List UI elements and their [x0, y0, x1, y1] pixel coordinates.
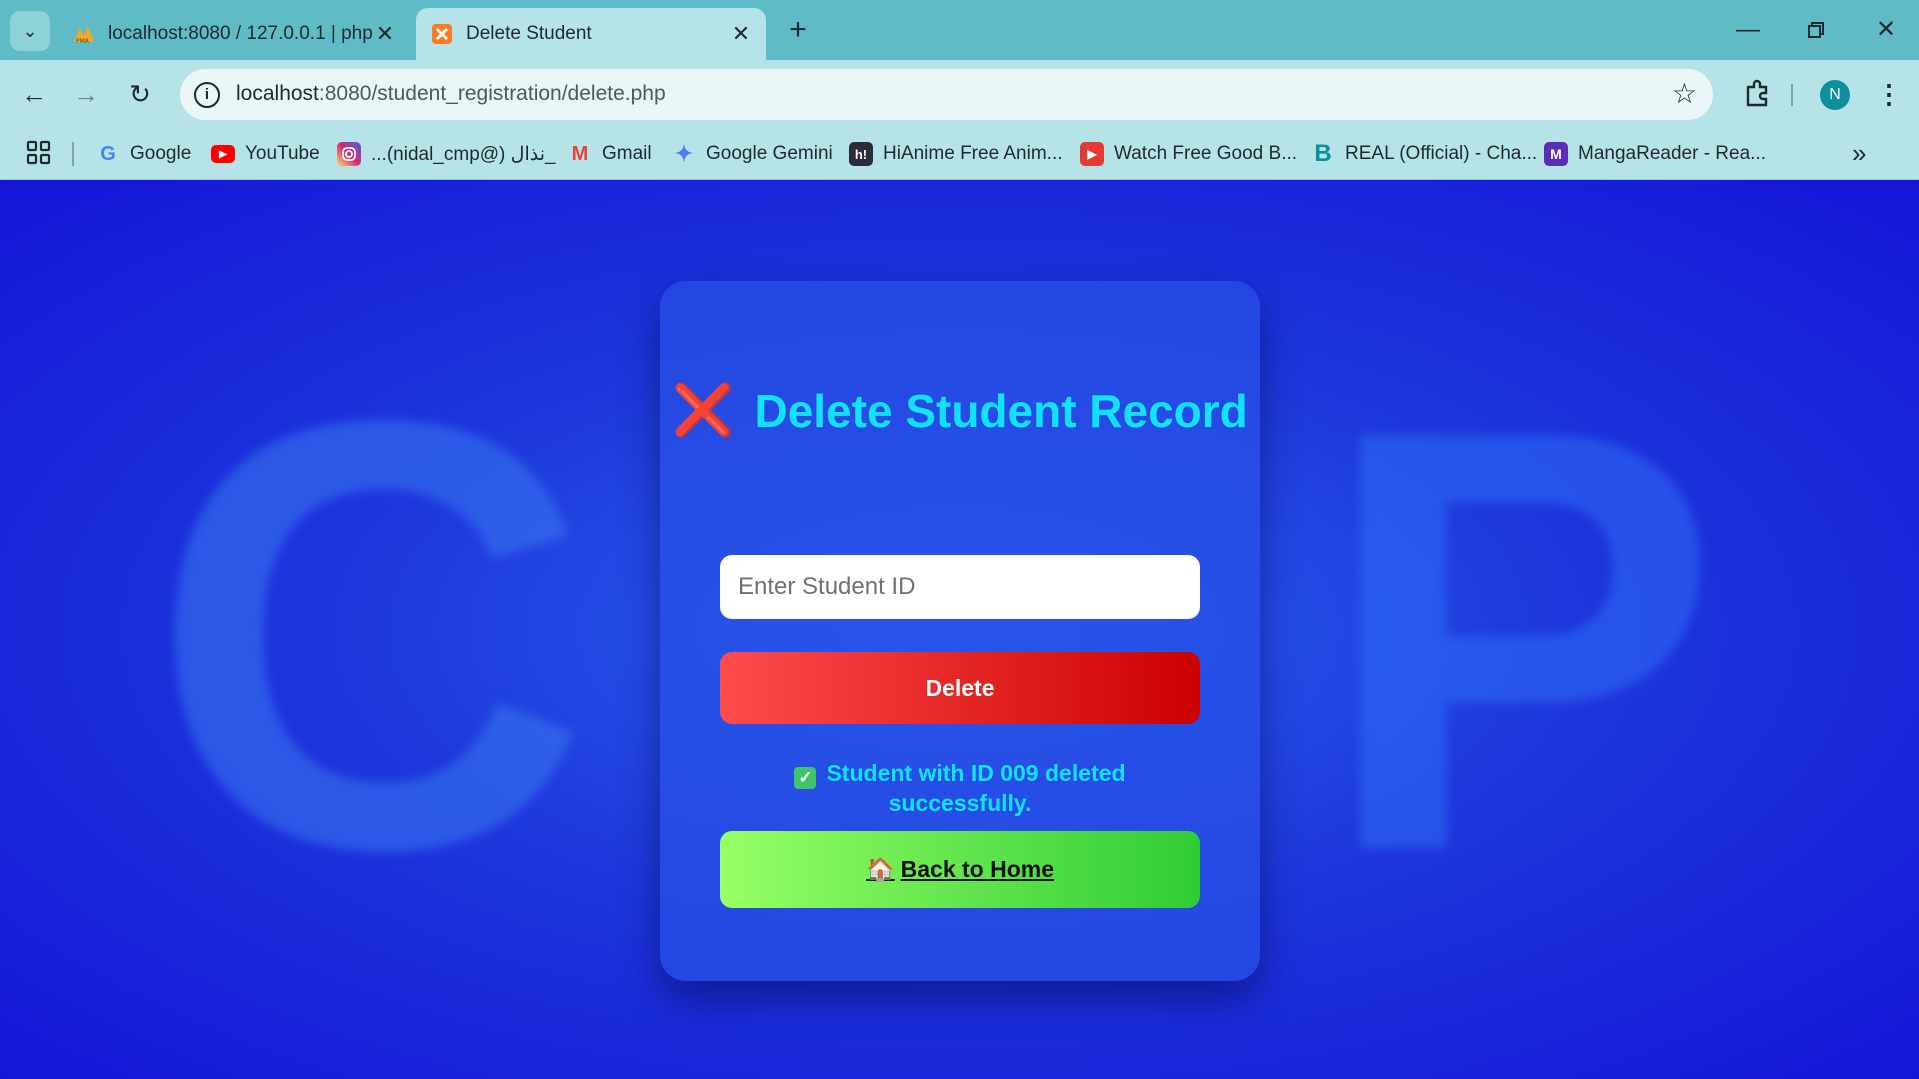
apps-grid-icon[interactable]: [26, 140, 52, 166]
gemini-icon: ✦: [674, 141, 694, 166]
bookmark-youtube[interactable]: ▶ YouTube: [211, 140, 320, 168]
student-id-input[interactable]: [720, 555, 1200, 619]
more-menu-icon[interactable]: ⋮: [1876, 74, 1902, 114]
delete-button[interactable]: Delete: [720, 652, 1200, 724]
svg-text:PMA: PMA: [76, 38, 90, 44]
play-icon: ▶: [1080, 142, 1104, 166]
phpmyadmin-icon: PMA: [72, 22, 96, 46]
house-icon: 🏠: [865, 856, 895, 882]
tab-strip: ⌄ PMA localhost:8080 / 127.0.0.1 | phpM …: [0, 0, 1919, 60]
profile-avatar[interactable]: N: [1820, 80, 1850, 110]
tab-title: localhost:8080 / 127.0.0.1 | phpM: [108, 23, 374, 44]
tab-delete-student[interactable]: Delete Student ✕: [416, 8, 766, 60]
close-icon[interactable]: ✕: [730, 21, 752, 47]
page-content: C P ❌Delete Student Record Delete ✓Stude…: [0, 181, 1919, 1079]
extensions-icon[interactable]: [1737, 74, 1777, 114]
bookmark-gemini[interactable]: ✦ Google Gemini: [672, 140, 833, 168]
instagram-icon: [337, 142, 361, 166]
tab-title: Delete Student: [466, 23, 592, 44]
gmail-icon: M: [571, 142, 589, 165]
close-icon[interactable]: ✕: [374, 21, 396, 47]
back-to-home-button[interactable]: 🏠 Back to Home: [720, 831, 1200, 908]
tab-search-button[interactable]: ⌄: [10, 11, 50, 51]
tab-phpmyadmin[interactable]: PMA localhost:8080 / 127.0.0.1 | phpM ✕: [58, 8, 410, 60]
youtube-icon: ▶: [211, 145, 235, 163]
minimize-icon[interactable]: —: [1728, 10, 1768, 50]
cross-mark-icon: ❌: [672, 382, 735, 438]
bookmark-hianime[interactable]: h! HiAnime Free Anim...: [849, 140, 1063, 168]
bookmark-instagram[interactable]: ...(nidal_cmp@) نذال_: [337, 140, 556, 168]
hianime-icon: h!: [849, 142, 873, 166]
chevron-double-right-icon[interactable]: »: [1852, 138, 1866, 169]
google-icon: G: [100, 142, 116, 165]
success-message: ✓ Student with ID 009 deleted successfull…: [750, 759, 1170, 817]
bookmark-gmail[interactable]: M Gmail: [568, 140, 652, 168]
background-letter-c: C: [150, 295, 591, 976]
bookmarks-divider: [72, 142, 74, 166]
chevron-down-icon: ⌄: [22, 20, 38, 41]
browser-toolbar: ← → ↻ i localhost:8080/student_registrat…: [0, 60, 1919, 128]
check-box-icon: ✓: [794, 767, 817, 789]
reload-icon[interactable]: ↻: [120, 74, 160, 114]
bookmark-mangareader[interactable]: M MangaReader - Rea...: [1544, 140, 1766, 168]
page-title: ❌ Delete Student Record: [672, 382, 1248, 438]
xampp-icon: [430, 22, 454, 46]
b-icon: B: [1314, 140, 1332, 167]
delete-card: ❌Delete Student Record Delete ✓Student w…: [660, 281, 1260, 981]
toolbar-divider: [1791, 84, 1793, 106]
mangareader-icon: M: [1544, 142, 1568, 166]
forward-arrow-icon[interactable]: →: [66, 74, 106, 114]
bookmark-star-icon[interactable]: ☆: [1672, 77, 1697, 110]
close-window-icon[interactable]: ✕: [1866, 10, 1906, 50]
bookmark-google[interactable]: G Google: [96, 140, 191, 168]
address-bar[interactable]: i localhost:8080/student_registration/de…: [180, 69, 1713, 120]
bookmarks-bar: G Google ▶ YouTube ...(nidal_cmp@) نذال_…: [0, 128, 1919, 180]
site-info-icon[interactable]: i: [194, 82, 220, 108]
background-letter-p: P: [1320, 306, 1721, 976]
bookmark-watch-free[interactable]: ▶ Watch Free Good B...: [1080, 140, 1297, 168]
new-tab-button[interactable]: +: [780, 12, 816, 48]
back-arrow-icon[interactable]: ←: [14, 74, 54, 114]
restore-icon[interactable]: [1796, 10, 1836, 50]
bookmark-real-official[interactable]: B REAL (Official) - Cha...: [1311, 140, 1537, 168]
url-text[interactable]: localhost:8080/student_registration/dele…: [236, 82, 666, 106]
